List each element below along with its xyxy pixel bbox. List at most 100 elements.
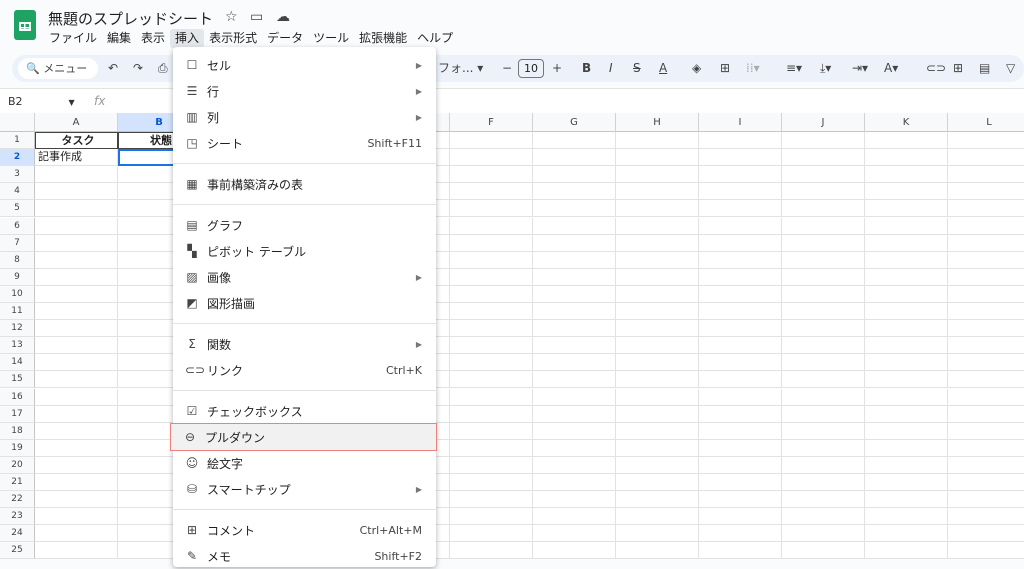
cell-I20[interactable] [699,456,782,474]
cell-I23[interactable] [699,508,782,526]
cell-L25[interactable] [948,542,1024,560]
menu-item-sheet[interactable]: ◳ シート Shift+F11 [173,130,436,156]
menu-item-cell[interactable]: ☐ セル ▶ [173,52,436,78]
cell-K9[interactable] [865,268,948,286]
comment-icon[interactable]: ⊞ [953,60,963,77]
cell-G1[interactable] [533,132,616,150]
cell-F19[interactable] [450,439,533,457]
cell-J15[interactable] [782,371,865,389]
cell-I10[interactable] [699,285,782,303]
column-header-L[interactable]: L [948,113,1024,132]
cell-F1[interactable] [450,132,533,150]
cell-A20[interactable] [35,456,118,474]
cell-G11[interactable] [533,303,616,321]
cell-F11[interactable] [450,303,533,321]
cell-H4[interactable] [616,183,699,201]
cell-I9[interactable] [699,268,782,286]
cell-I11[interactable] [699,303,782,321]
cell-K18[interactable] [865,422,948,440]
menu-item-comment[interactable]: ⊞ コメント Ctrl+Alt+M [173,517,436,543]
cell-K24[interactable] [865,525,948,543]
cell-G22[interactable] [533,491,616,509]
cell-H11[interactable] [616,303,699,321]
cell-G21[interactable] [533,474,616,492]
cell-J4[interactable] [782,183,865,201]
cell-A13[interactable] [35,337,118,355]
cell-A21[interactable] [35,474,118,492]
row-header-19[interactable]: 19 [0,439,35,457]
row-header-24[interactable]: 24 [0,525,35,543]
cell-A6[interactable] [35,217,118,235]
menu-item-pivot-table[interactable]: ▚ ピボット テーブル [173,238,436,264]
cell-H23[interactable] [616,508,699,526]
row-header-23[interactable]: 23 [0,508,35,526]
menu-item-row[interactable]: ☰ 行 ▶ [173,78,436,104]
name-box[interactable]: B2 ▼ [8,95,75,108]
cell-L4[interactable] [948,183,1024,201]
cell-I4[interactable] [699,183,782,201]
cell-L20[interactable] [948,457,1024,474]
cell-K22[interactable] [865,491,948,509]
column-header-I[interactable]: I [699,113,782,132]
cell-L7[interactable] [948,235,1024,252]
menu-item-emoji[interactable]: ☺ 絵文字 [173,450,436,476]
cell-G16[interactable] [533,388,616,406]
menu-0[interactable]: ファイル [44,29,102,48]
cell-L10[interactable] [948,286,1024,303]
cell-K14[interactable] [865,354,948,372]
cell-H20[interactable] [616,456,699,474]
cell-H8[interactable] [616,251,699,269]
cell-F14[interactable] [450,354,533,372]
menu-4[interactable]: 表示形式 [204,29,262,48]
cell-H15[interactable] [616,371,699,389]
row-header-14[interactable]: 14 [0,354,35,372]
column-header-G[interactable]: G [533,113,616,132]
menu-2[interactable]: 表示 [136,29,170,48]
cell-J14[interactable] [782,354,865,372]
row-header-3[interactable]: 3 [0,166,35,184]
row-header-18[interactable]: 18 [0,422,35,440]
row-header-7[interactable]: 7 [0,234,35,252]
row-header-9[interactable]: 9 [0,268,35,286]
row-header-17[interactable]: 17 [0,405,35,423]
print-icon[interactable]: ⎙ [158,60,168,77]
cell-I19[interactable] [699,439,782,457]
cell-F24[interactable] [450,525,533,543]
cell-K13[interactable] [865,337,948,355]
cell-F17[interactable] [450,405,533,423]
cell-G2[interactable] [533,149,616,167]
cell-I12[interactable] [699,320,782,338]
cell-H17[interactable] [616,405,699,423]
cell-F4[interactable] [450,183,533,201]
align-icon[interactable]: ≡▾ [786,60,802,77]
menu-item-drawing[interactable]: ◩ 図形描画 [173,290,436,316]
cell-L24[interactable] [948,525,1024,543]
cell-L8[interactable] [948,252,1024,269]
cell-J18[interactable] [782,422,865,440]
row-header-15[interactable]: 15 [0,371,35,389]
cell-H21[interactable] [616,474,699,492]
cell-K8[interactable] [865,251,948,269]
cell-F23[interactable] [450,508,533,526]
menu-item-chart[interactable]: ▤ グラフ [173,212,436,238]
sheets-logo[interactable] [14,10,36,40]
cell-A1[interactable]: タスク [35,132,118,150]
cell-F16[interactable] [450,388,533,406]
cell-K4[interactable] [865,183,948,201]
cell-I18[interactable] [699,422,782,440]
cell-I25[interactable] [699,542,782,560]
cell-L12[interactable] [948,320,1024,338]
cell-F6[interactable] [450,217,533,235]
cell-K12[interactable] [865,320,948,338]
column-header-H[interactable]: H [616,113,699,132]
row-header-20[interactable]: 20 [0,456,35,474]
column-header-J[interactable]: J [782,113,865,132]
cell-H7[interactable] [616,234,699,252]
cell-A5[interactable] [35,200,118,218]
cell-H6[interactable] [616,217,699,235]
row-header-12[interactable]: 12 [0,320,35,338]
minus-icon[interactable]: − [502,60,512,77]
cell-K10[interactable] [865,285,948,303]
cell-J1[interactable] [782,132,865,150]
cell-L5[interactable] [948,200,1024,218]
